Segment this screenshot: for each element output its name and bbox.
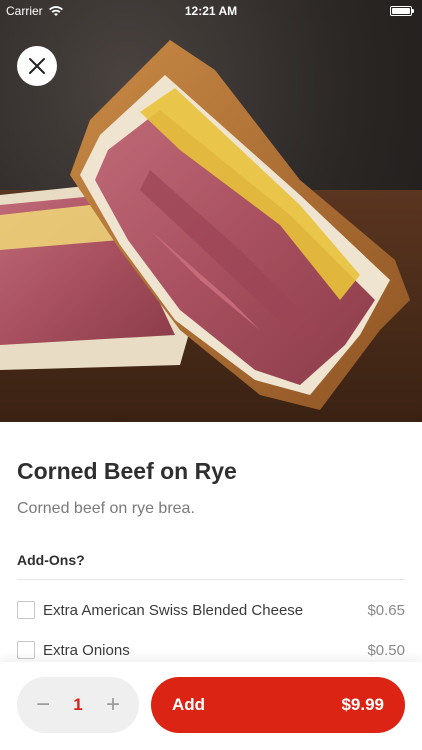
addon-price: $0.50	[367, 641, 405, 659]
add-to-cart-button[interactable]: Add $9.99	[151, 677, 405, 733]
status-bar: Carrier 12:21 AM	[0, 0, 422, 22]
item-details: Corned Beef on Rye Corned beef on rye br…	[0, 422, 422, 670]
total-price: $9.99	[341, 695, 384, 714]
close-icon	[29, 58, 45, 74]
addons-header: Add-Ons?	[17, 552, 405, 580]
close-button[interactable]	[17, 46, 57, 86]
battery-icon	[390, 6, 414, 16]
item-title: Corned Beef on Rye	[17, 458, 237, 484]
quantity-stepper: − 1 +	[17, 677, 139, 733]
bottom-bar: − 1 + Add $9.99	[0, 662, 422, 750]
addon-row[interactable]: Extra American Swiss Blended Cheese $0.6…	[17, 590, 405, 630]
sandwich-photo	[0, 40, 422, 422]
minus-icon[interactable]: −	[31, 693, 55, 717]
hero-image	[0, 0, 422, 422]
quantity-value: 1	[73, 695, 83, 714]
addon-price: $0.65	[367, 601, 405, 619]
addon-label: Extra American Swiss Blended Cheese	[43, 601, 304, 619]
add-label: Add	[172, 695, 206, 714]
addon-checkbox[interactable]	[17, 641, 35, 659]
addon-label: Extra Onions	[43, 641, 130, 659]
addon-checkbox[interactable]	[17, 601, 35, 619]
addons-list: Extra American Swiss Blended Cheese $0.6…	[17, 590, 405, 670]
item-description: Corned beef on rye brea.	[17, 500, 195, 517]
status-time: 12:21 AM	[184, 4, 238, 18]
plus-icon[interactable]: +	[101, 693, 125, 717]
